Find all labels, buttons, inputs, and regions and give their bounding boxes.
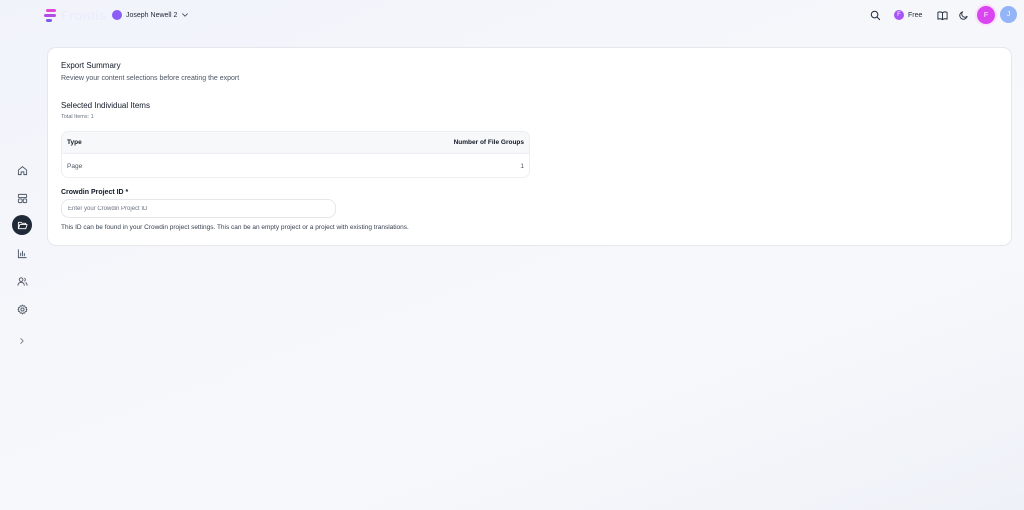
plan-icon: F xyxy=(894,10,904,20)
sidebar-item-analytics[interactable] xyxy=(12,243,32,263)
brand-avatar-button[interactable]: F xyxy=(977,6,995,24)
project-id-label: Crowdin Project ID * xyxy=(61,189,129,196)
logo-text: Frontis xyxy=(61,7,107,23)
cell-type: Page xyxy=(67,162,83,170)
search-button[interactable] xyxy=(866,6,884,24)
sidebar-item-home[interactable] xyxy=(12,160,32,180)
moon-icon xyxy=(959,11,968,20)
user-avatar[interactable]: J xyxy=(1000,6,1017,23)
table-header: Type Number of File Groups xyxy=(62,132,529,154)
sidebar-item-content[interactable] xyxy=(12,215,32,235)
home-icon xyxy=(17,165,27,175)
column-header-type: Type xyxy=(67,139,82,146)
sidebar-item-layout[interactable] xyxy=(12,188,32,208)
table-row: Page 1 xyxy=(62,154,529,177)
workspace-avatar xyxy=(112,10,122,20)
plan-label: Free xyxy=(908,11,923,19)
book-open-icon xyxy=(936,10,948,20)
page-subtitle: Review your content selections before cr… xyxy=(61,75,240,82)
sidebar-item-users[interactable] xyxy=(12,271,32,291)
chevron-down-icon xyxy=(182,13,189,17)
theme-toggle-button[interactable] xyxy=(955,6,973,24)
folder-open-icon xyxy=(17,221,28,229)
sidebar-item-settings[interactable] xyxy=(12,299,32,319)
chevron-right-icon xyxy=(20,338,24,344)
plan-badge-button[interactable]: F Free xyxy=(894,9,922,21)
top-bar: Frontis Joseph Newell 2 F Free F J xyxy=(0,0,1024,30)
column-header-file-groups: Number of File Groups xyxy=(453,139,524,146)
page-title: Export Summary xyxy=(61,61,121,70)
project-id-help-text: This ID can be found in your Crowdin pro… xyxy=(61,224,409,231)
gear-icon xyxy=(17,304,27,314)
crowdin-project-id-input[interactable] xyxy=(61,199,336,218)
section-title: Selected Individual Items xyxy=(61,101,150,110)
export-summary-card: Export Summary Review your content selec… xyxy=(47,47,1012,246)
workspace-switcher[interactable]: Joseph Newell 2 xyxy=(112,9,189,21)
logo-mark-icon xyxy=(44,8,58,22)
sidebar-expand-button[interactable] xyxy=(12,331,32,351)
app-logo[interactable]: Frontis xyxy=(44,7,106,23)
workspace-name: Joseph Newell 2 xyxy=(126,11,178,19)
layout-icon xyxy=(17,193,27,203)
docs-button[interactable] xyxy=(933,6,951,24)
total-items-count: Total Items: 1 xyxy=(61,114,94,120)
users-icon xyxy=(16,276,28,286)
cell-file-groups: 1 xyxy=(520,162,524,170)
bar-chart-icon xyxy=(17,248,27,258)
selected-items-table: Type Number of File Groups Page 1 xyxy=(61,131,530,178)
search-icon xyxy=(870,10,880,20)
